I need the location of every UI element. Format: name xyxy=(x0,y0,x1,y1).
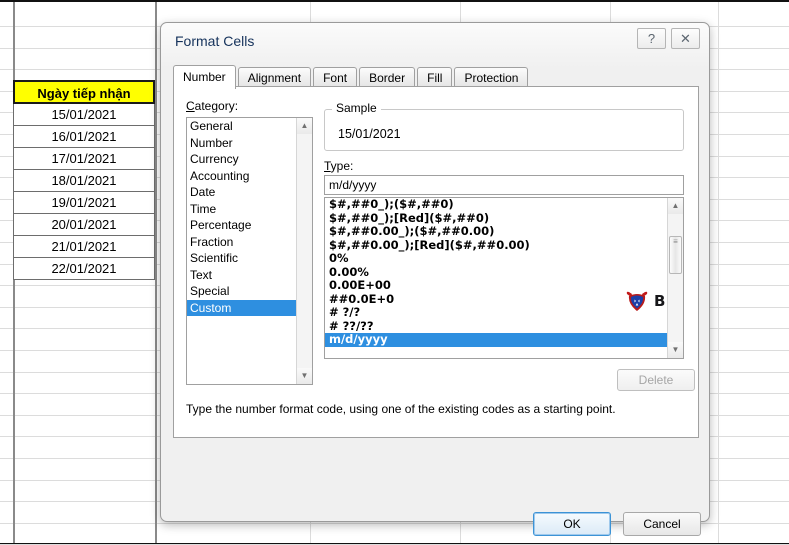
scrollbar-thumb[interactable]: ≡ xyxy=(669,236,682,274)
grid-col-line xyxy=(155,2,157,543)
scroll-up-icon[interactable]: ▲ xyxy=(297,118,312,134)
help-text: Type the number format code, using one o… xyxy=(186,402,616,416)
category-item-date[interactable]: Date xyxy=(187,184,312,201)
dialog-titlebar[interactable]: Format Cells ? ✕ xyxy=(161,23,709,61)
cancel-button[interactable]: Cancel xyxy=(623,512,701,536)
category-item-text[interactable]: Text xyxy=(187,267,312,284)
format-cells-dialog[interactable]: Format Cells ? ✕ Number Alignment Font Bord… xyxy=(160,22,710,536)
type-item[interactable]: $#,##0_);[Red]($#,##0) xyxy=(325,211,667,226)
type-item[interactable]: ##0.0E+0 xyxy=(325,292,667,307)
delete-button[interactable]: Delete xyxy=(617,369,695,391)
date-cell[interactable]: 18/01/2021 xyxy=(13,170,155,192)
help-icon[interactable]: ? xyxy=(637,28,666,49)
scroll-down-icon[interactable]: ▼ xyxy=(668,342,683,358)
category-item-percentage[interactable]: Percentage xyxy=(187,217,312,234)
category-item-time[interactable]: Time xyxy=(187,201,312,218)
type-item[interactable]: # ?/? xyxy=(325,305,667,320)
date-cell[interactable]: 20/01/2021 xyxy=(13,214,155,236)
type-item[interactable]: # ??/?? xyxy=(325,319,667,334)
type-item[interactable]: 0.00E+00 xyxy=(325,278,667,293)
date-cell-list: 15/01/2021 16/01/2021 17/01/2021 18/01/2021… xyxy=(13,104,155,280)
sample-label: Sample xyxy=(332,101,381,115)
type-item[interactable]: $#,##0.00_);[Red]($#,##0.00) xyxy=(325,238,667,253)
dialog-title: Format Cells xyxy=(175,33,255,49)
category-label: Category: xyxy=(186,99,239,113)
category-item-special[interactable]: Special xyxy=(187,283,312,300)
date-cell[interactable]: 16/01/2021 xyxy=(13,126,155,148)
category-listbox[interactable]: General Number Currency Accounting Date Time P… xyxy=(186,117,313,385)
date-cell[interactable]: 19/01/2021 xyxy=(13,192,155,214)
category-item-number[interactable]: Number xyxy=(187,135,312,152)
date-cell[interactable]: 22/01/2021 xyxy=(13,258,155,280)
category-item-currency[interactable]: Currency xyxy=(187,151,312,168)
date-cell[interactable]: 17/01/2021 xyxy=(13,148,155,170)
category-item-list: General Number Currency Accounting Date Time P… xyxy=(187,118,312,316)
category-item-custom[interactable]: Custom xyxy=(187,299,312,316)
sample-value: 15/01/2021 xyxy=(338,127,401,141)
type-scrollbar[interactable]: ▲ ≡ ▼ xyxy=(667,198,683,358)
close-icon[interactable]: ✕ xyxy=(671,28,700,49)
type-item[interactable]: $#,##0_);($#,##0) xyxy=(325,198,667,212)
column-header-cell[interactable]: Ngày tiếp nhận xyxy=(13,80,155,104)
category-item-accounting[interactable]: Accounting xyxy=(187,168,312,185)
type-item[interactable]: m/d/yyyy xyxy=(325,332,667,347)
type-item[interactable]: 0.00% xyxy=(325,265,667,280)
type-listbox[interactable]: $#,##0_);($#,##0) $#,##0_);[Red]($#,##0) $… xyxy=(324,197,684,359)
type-item-list: $#,##0_);($#,##0) $#,##0_);[Red]($#,##0) $… xyxy=(325,198,667,347)
type-item[interactable]: 0% xyxy=(325,251,667,266)
date-cell[interactable]: 21/01/2021 xyxy=(13,236,155,258)
category-scrollbar[interactable]: ▲ ▼ xyxy=(296,118,312,384)
tab-number[interactable]: Number xyxy=(173,65,236,89)
tab-strip[interactable]: Number Alignment Font Border Fill Protection xyxy=(173,65,699,89)
type-label: Type: xyxy=(324,159,354,173)
type-input[interactable]: m/d/yyyy xyxy=(324,175,684,195)
date-cell[interactable]: 15/01/2021 xyxy=(13,104,155,126)
number-tab-panel: Category: General Number Currency Accountin… xyxy=(173,86,699,438)
category-item-scientific[interactable]: Scientific xyxy=(187,250,312,267)
scroll-down-icon[interactable]: ▼ xyxy=(297,368,312,384)
grid-col-line xyxy=(718,2,719,543)
ok-button[interactable]: OK xyxy=(533,512,611,536)
data-column[interactable]: Ngày tiếp nhận 15/01/2021 16/01/2021 17/01… xyxy=(13,80,155,280)
scroll-up-icon[interactable]: ▲ xyxy=(668,198,683,214)
type-item[interactable]: $#,##0.00_);($#,##0.00) xyxy=(325,224,667,239)
category-item-general[interactable]: General xyxy=(187,118,312,135)
category-item-fraction[interactable]: Fraction xyxy=(187,234,312,251)
